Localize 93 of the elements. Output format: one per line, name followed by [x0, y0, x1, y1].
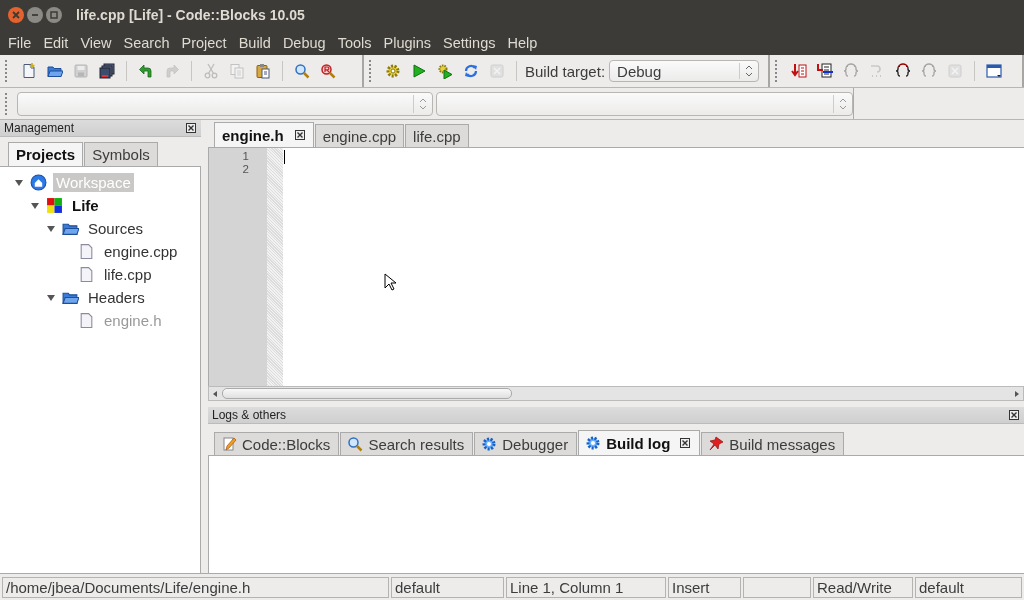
window-title: life.cpp [Life] - Code::Blocks 10.05	[76, 7, 305, 23]
braces-arrow-icon	[843, 63, 859, 79]
expand-arrow-icon[interactable]	[30, 200, 40, 211]
menu-item[interactable]: Project	[175, 34, 233, 51]
tree-item[interactable]: Sources	[85, 219, 147, 238]
log-tab[interactable]: Debugger	[474, 432, 578, 455]
scrollbar-thumb[interactable]	[222, 388, 512, 399]
panel-tab[interactable]: Projects	[8, 142, 84, 166]
line-number: 1	[242, 150, 250, 163]
file-icon	[78, 312, 95, 329]
panel-tab[interactable]: Symbols	[84, 142, 158, 166]
status-field: /home/jbea/Documents/Life/engine.h	[2, 576, 389, 598]
braces-arrow-icon	[895, 63, 911, 79]
close-button[interactable]	[8, 7, 24, 23]
file-icon	[78, 266, 95, 283]
panel-title: Management	[4, 121, 75, 135]
gear-play-icon	[437, 63, 453, 79]
editor-tab[interactable]: engine.cpp	[314, 124, 405, 147]
status-field: default	[915, 576, 1022, 598]
file-icon	[78, 243, 95, 260]
arrow-page-icon	[791, 63, 807, 79]
close-icon	[489, 63, 505, 79]
close-icon[interactable]	[679, 437, 692, 449]
status-field	[743, 576, 811, 598]
close-icon[interactable]	[293, 129, 306, 141]
log-tab[interactable]: Build log	[578, 430, 701, 455]
scroll-right-icon[interactable]	[1013, 389, 1021, 398]
expand-arrow-icon[interactable]	[46, 223, 56, 234]
gear-icon	[481, 436, 498, 452]
log-tab[interactable]: Search results	[340, 432, 474, 455]
new-file-icon	[21, 63, 37, 79]
redo-icon	[164, 63, 180, 79]
search-icon	[294, 63, 310, 79]
menu-item[interactable]: Settings	[437, 34, 502, 51]
menu-item[interactable]: View	[74, 34, 118, 51]
status-field: Line 1, Column 1	[506, 576, 666, 598]
braces-arrow-icon	[921, 63, 937, 79]
menu-item[interactable]: Build	[232, 34, 277, 51]
editor-tab[interactable]: life.cpp	[405, 124, 469, 147]
minimize-button[interactable]	[27, 7, 43, 23]
search-icon	[347, 436, 364, 452]
tree-item[interactable]: engine.cpp	[101, 242, 181, 261]
open-folder-icon	[47, 63, 63, 79]
menu-item[interactable]: Debug	[276, 34, 332, 51]
line-number: 2	[242, 163, 250, 176]
floppy-disks-icon	[99, 63, 115, 79]
panel-title: Logs & others	[212, 408, 287, 422]
status-field: Insert	[668, 576, 741, 598]
log-tab[interactable]: Code::Blocks	[214, 432, 340, 455]
menu-item[interactable]: Tools	[331, 34, 378, 51]
page-arrow-icon	[817, 63, 833, 79]
window-icon	[986, 63, 1002, 79]
spinner-arrows-icon	[419, 96, 428, 111]
maximize-icon	[49, 10, 59, 20]
scroll-left-icon[interactable]	[211, 389, 219, 398]
close-icon[interactable]	[1008, 409, 1020, 421]
mouse-pointer-icon	[384, 273, 396, 291]
refresh-icon	[463, 63, 479, 79]
gear-icon	[585, 435, 602, 451]
tree-item[interactable]: Life	[69, 196, 102, 215]
pin-icon	[708, 436, 725, 452]
menu-item[interactable]: Help	[501, 34, 544, 51]
log-tab[interactable]: Build messages	[701, 432, 845, 455]
text-cursor	[284, 150, 285, 164]
expand-arrow-icon[interactable]	[46, 292, 56, 303]
play-icon	[411, 63, 427, 79]
status-field: default	[391, 576, 504, 598]
build-target-dropdown[interactable]: Debug	[609, 60, 760, 82]
close-icon	[11, 10, 21, 20]
replace-icon	[320, 63, 336, 79]
menu-item[interactable]: File	[2, 34, 38, 51]
gear-icon	[385, 63, 401, 79]
scissors-icon	[203, 63, 219, 79]
editor-tab[interactable]: engine.h	[214, 122, 314, 147]
close-icon	[947, 63, 963, 79]
spinner-arrows-icon	[745, 64, 754, 78]
expand-arrow-icon[interactable]	[14, 177, 24, 188]
spinner-arrows-icon	[839, 96, 847, 111]
copy-icon	[229, 63, 245, 79]
undo-icon	[138, 63, 154, 79]
menu-item[interactable]: Edit	[37, 34, 75, 51]
tree-item[interactable]: life.cpp	[101, 265, 155, 284]
pencil-icon	[221, 436, 237, 452]
menu-item[interactable]: Plugins	[377, 34, 438, 51]
maximize-button[interactable]	[46, 7, 62, 23]
clipboard-icon	[255, 63, 271, 79]
menu-item[interactable]: Search	[117, 34, 176, 51]
build-target-label: Build target:	[525, 62, 606, 80]
project-icon	[46, 197, 63, 214]
horizontal-scrollbar[interactable]	[208, 386, 1024, 401]
close-icon[interactable]	[185, 122, 197, 134]
status-field: Read/Write	[813, 576, 913, 598]
tree-item[interactable]: Headers	[85, 288, 148, 307]
